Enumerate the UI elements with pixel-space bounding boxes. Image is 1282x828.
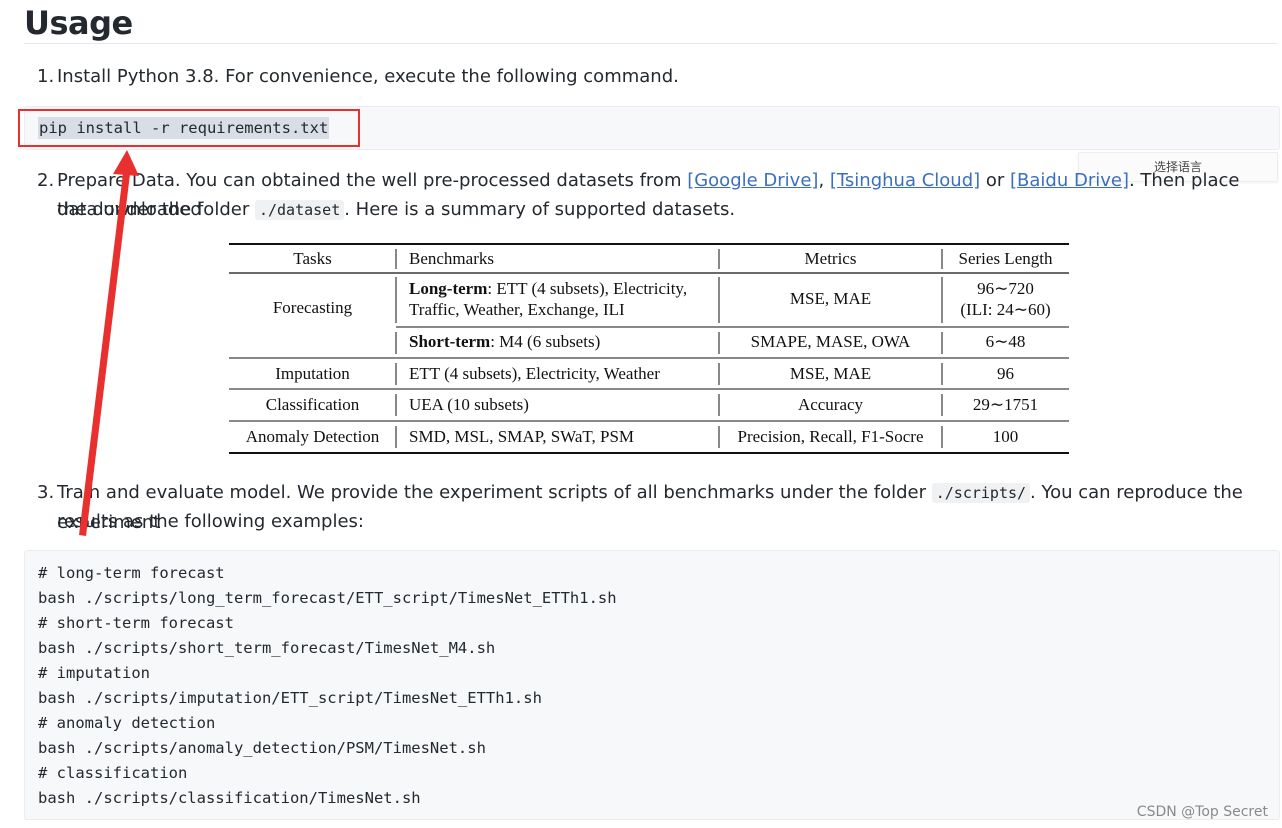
arrow-head <box>113 150 139 176</box>
arrow-shaft <box>79 165 131 536</box>
annotation-arrow <box>79 150 139 536</box>
watermark: CSDN @Top Secret <box>1136 804 1268 820</box>
